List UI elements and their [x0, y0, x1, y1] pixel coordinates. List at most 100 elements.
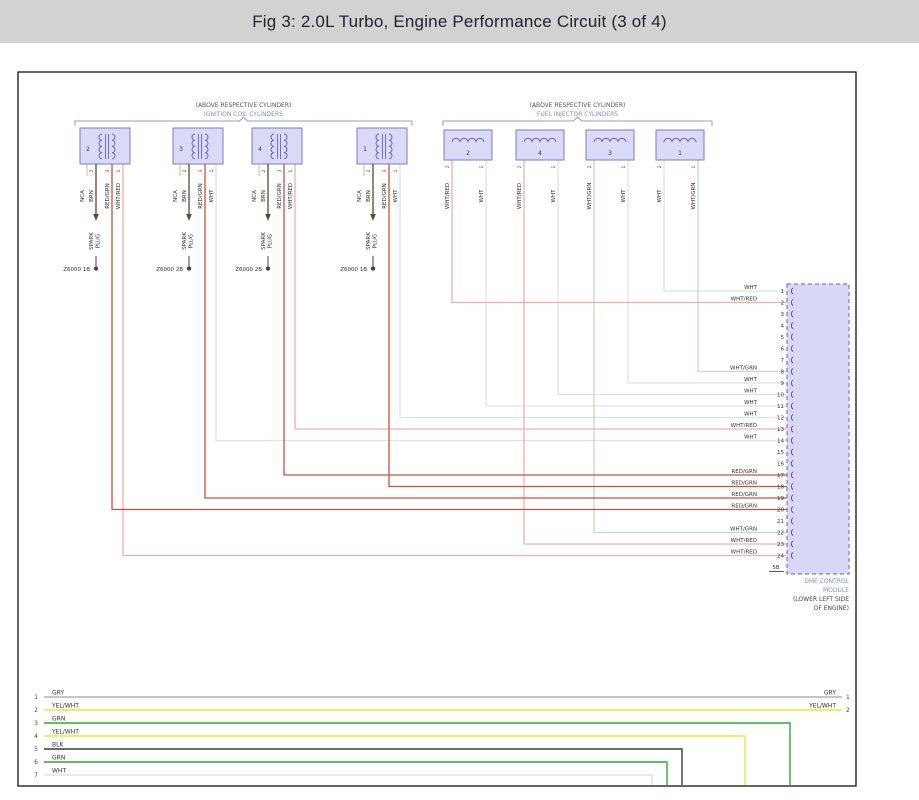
bottom-wire-number-right: 1 [846, 694, 850, 701]
coil-pin-number: 2 [89, 169, 95, 172]
spark-plug-label: PLUG [373, 234, 379, 248]
bottom-wire-label-left: WHT [52, 768, 66, 775]
dme-pin-number: 5 [781, 335, 785, 341]
coil-wire-label: WHT/RED [116, 183, 122, 209]
coil-wire-label: BRN [182, 190, 188, 202]
dme-connector-tag: 5B [772, 565, 779, 571]
dme-pin-number: 14 [777, 439, 784, 445]
bottom-wire-label-left: GRN [52, 755, 65, 762]
injector-pin-number: 2 [657, 165, 663, 168]
ground-symbol-icon [266, 266, 270, 270]
coil-wire-label: BRN [366, 190, 372, 202]
bottom-wire-number-left: 4 [34, 733, 38, 740]
dme-pin-wire-label: RED/GRN [731, 469, 757, 475]
injector-pin-number: 1 [691, 165, 697, 168]
injector-wire-label: WHT [621, 189, 627, 203]
dme-pin-number: 10 [777, 393, 784, 399]
bottom-wire-label-left: GRN [52, 716, 65, 723]
injector-wire-label: WHT [479, 189, 485, 203]
spark-plug-label: SPARK [261, 232, 267, 250]
dme-caption-line: MODULE [823, 587, 849, 594]
bottom-wire-number-left: 2 [34, 707, 38, 714]
dme-pin-wire-label: WHT [744, 389, 758, 395]
dme-pin-number: 6 [781, 347, 785, 353]
injector-group-note: (ABOVE RESPECTIVE CYLINDER) [530, 102, 626, 109]
bottom-wire-number-right: 2 [846, 707, 850, 714]
ground-symbol-icon [94, 266, 98, 270]
coil-wire-label: RED/GRN [198, 183, 204, 209]
coil-pin-number: 2 [366, 169, 372, 172]
dme-pin-number: 13 [777, 427, 784, 433]
dme-pin-number: 24 [777, 554, 784, 560]
dme-pin-wire-label: WHT [744, 412, 758, 418]
dme-pin-number: 20 [777, 508, 784, 514]
dme-pin-wire-label: WHT [744, 285, 758, 291]
dme-module-box [787, 284, 849, 574]
bottom-wire-label-right: GRY [824, 690, 836, 697]
dme-pin-number: 15 [777, 450, 784, 456]
ground-label: Z6000 1B [340, 267, 367, 273]
coil-pin-number: 1 [209, 169, 215, 172]
spark-plug-label: PLUG [96, 234, 102, 248]
coil-wire-label: BRN [89, 190, 95, 202]
ignition-coil-number: 4 [258, 146, 262, 153]
coil-wire-label: WHT [209, 189, 215, 203]
ignition-coil-number: 3 [179, 146, 183, 153]
page: Fig 3: 2.0L Turbo, Engine Performance Ci… [0, 0, 919, 800]
coil-pin-number: 3 [277, 169, 283, 172]
dme-pin-number: 17 [777, 473, 784, 479]
coil-pin-number: 1 [288, 169, 294, 172]
coil-wire-label: RED/GRN [277, 183, 283, 209]
dme-pin-wire-label: WHT/RED [731, 423, 757, 429]
injector-pin-number: 2 [445, 165, 451, 168]
ground-label: Z6000 2B [235, 267, 262, 273]
coil-wire-label: NCA [80, 190, 86, 202]
coil-wire-label: RED/GRN [105, 183, 111, 209]
dme-pin-number: 16 [777, 462, 784, 468]
injector-wire-label: WHT/GRN [587, 183, 593, 210]
dme-pin-number: 8 [781, 370, 785, 376]
dme-pin-number: 22 [777, 531, 784, 537]
wiring-diagram: (ABOVE RESPECTIVE CYLINDER)IGNITION COIL… [0, 43, 919, 800]
coil-pin-number: 2 [261, 169, 267, 172]
fuel-injector-number: 2 [466, 150, 470, 157]
bottom-wire-label-left: YEL/WHT [51, 703, 79, 710]
fuel-injector-number: 3 [608, 150, 612, 157]
dme-pin-wire-label: WHT/GRN [730, 366, 757, 372]
coil-pin-number: 2 [182, 169, 188, 172]
spark-plug-label: PLUG [268, 234, 274, 248]
bottom-wire-label-left: YEL/WHT [51, 729, 79, 736]
dme-pin-wire-label: WHT/GRN [730, 527, 757, 533]
injector-pin-number: 1 [621, 165, 627, 168]
bottom-wire-number-left: 3 [34, 720, 38, 727]
injector-wire-label: WHT/RED [517, 183, 523, 209]
bottom-wire-label-left: BLK [52, 742, 64, 749]
spark-plug-label: SPARK [182, 232, 188, 250]
dme-pin-wire-label: RED/GRN [731, 492, 757, 498]
dme-pin-number: 12 [777, 416, 784, 422]
dme-pin-number: 3 [781, 312, 785, 318]
injector-wire-label: WHT [657, 189, 663, 203]
ignition-coil-number: 2 [86, 146, 90, 153]
dme-pin-wire-label: WHT/RED [731, 538, 757, 544]
ground-symbol-icon [371, 266, 375, 270]
dme-caption-line: (LOWER LEFT SIDE [793, 596, 849, 603]
bottom-wire-number-left: 7 [34, 772, 38, 779]
fuel-injector-number: 4 [538, 150, 542, 157]
dme-pin-number: 11 [777, 404, 784, 410]
bottom-wire-number-left: 5 [34, 746, 38, 753]
coil-wire-label: WHT [393, 189, 399, 203]
dme-caption-line: OF ENGINE) [814, 605, 849, 612]
dme-pin-number: 23 [777, 542, 784, 548]
bottom-wire-label-left: GRY [52, 690, 64, 697]
injector-pin-number: 2 [587, 165, 593, 168]
coil-wire-label: NCA [173, 190, 179, 202]
fuel-injector-number: 1 [678, 150, 682, 157]
coil-wire-label: NCA [357, 190, 363, 202]
coil-pin-number: 1 [116, 169, 122, 172]
diagram-area: (ABOVE RESPECTIVE CYLINDER)IGNITION COIL… [0, 43, 919, 800]
injector-pin-number: 1 [479, 165, 485, 168]
spark-plug-label: SPARK [366, 232, 372, 250]
bottom-wire-number-left: 6 [34, 759, 38, 766]
dme-pin-wire-label: WHT/RED [731, 550, 757, 556]
